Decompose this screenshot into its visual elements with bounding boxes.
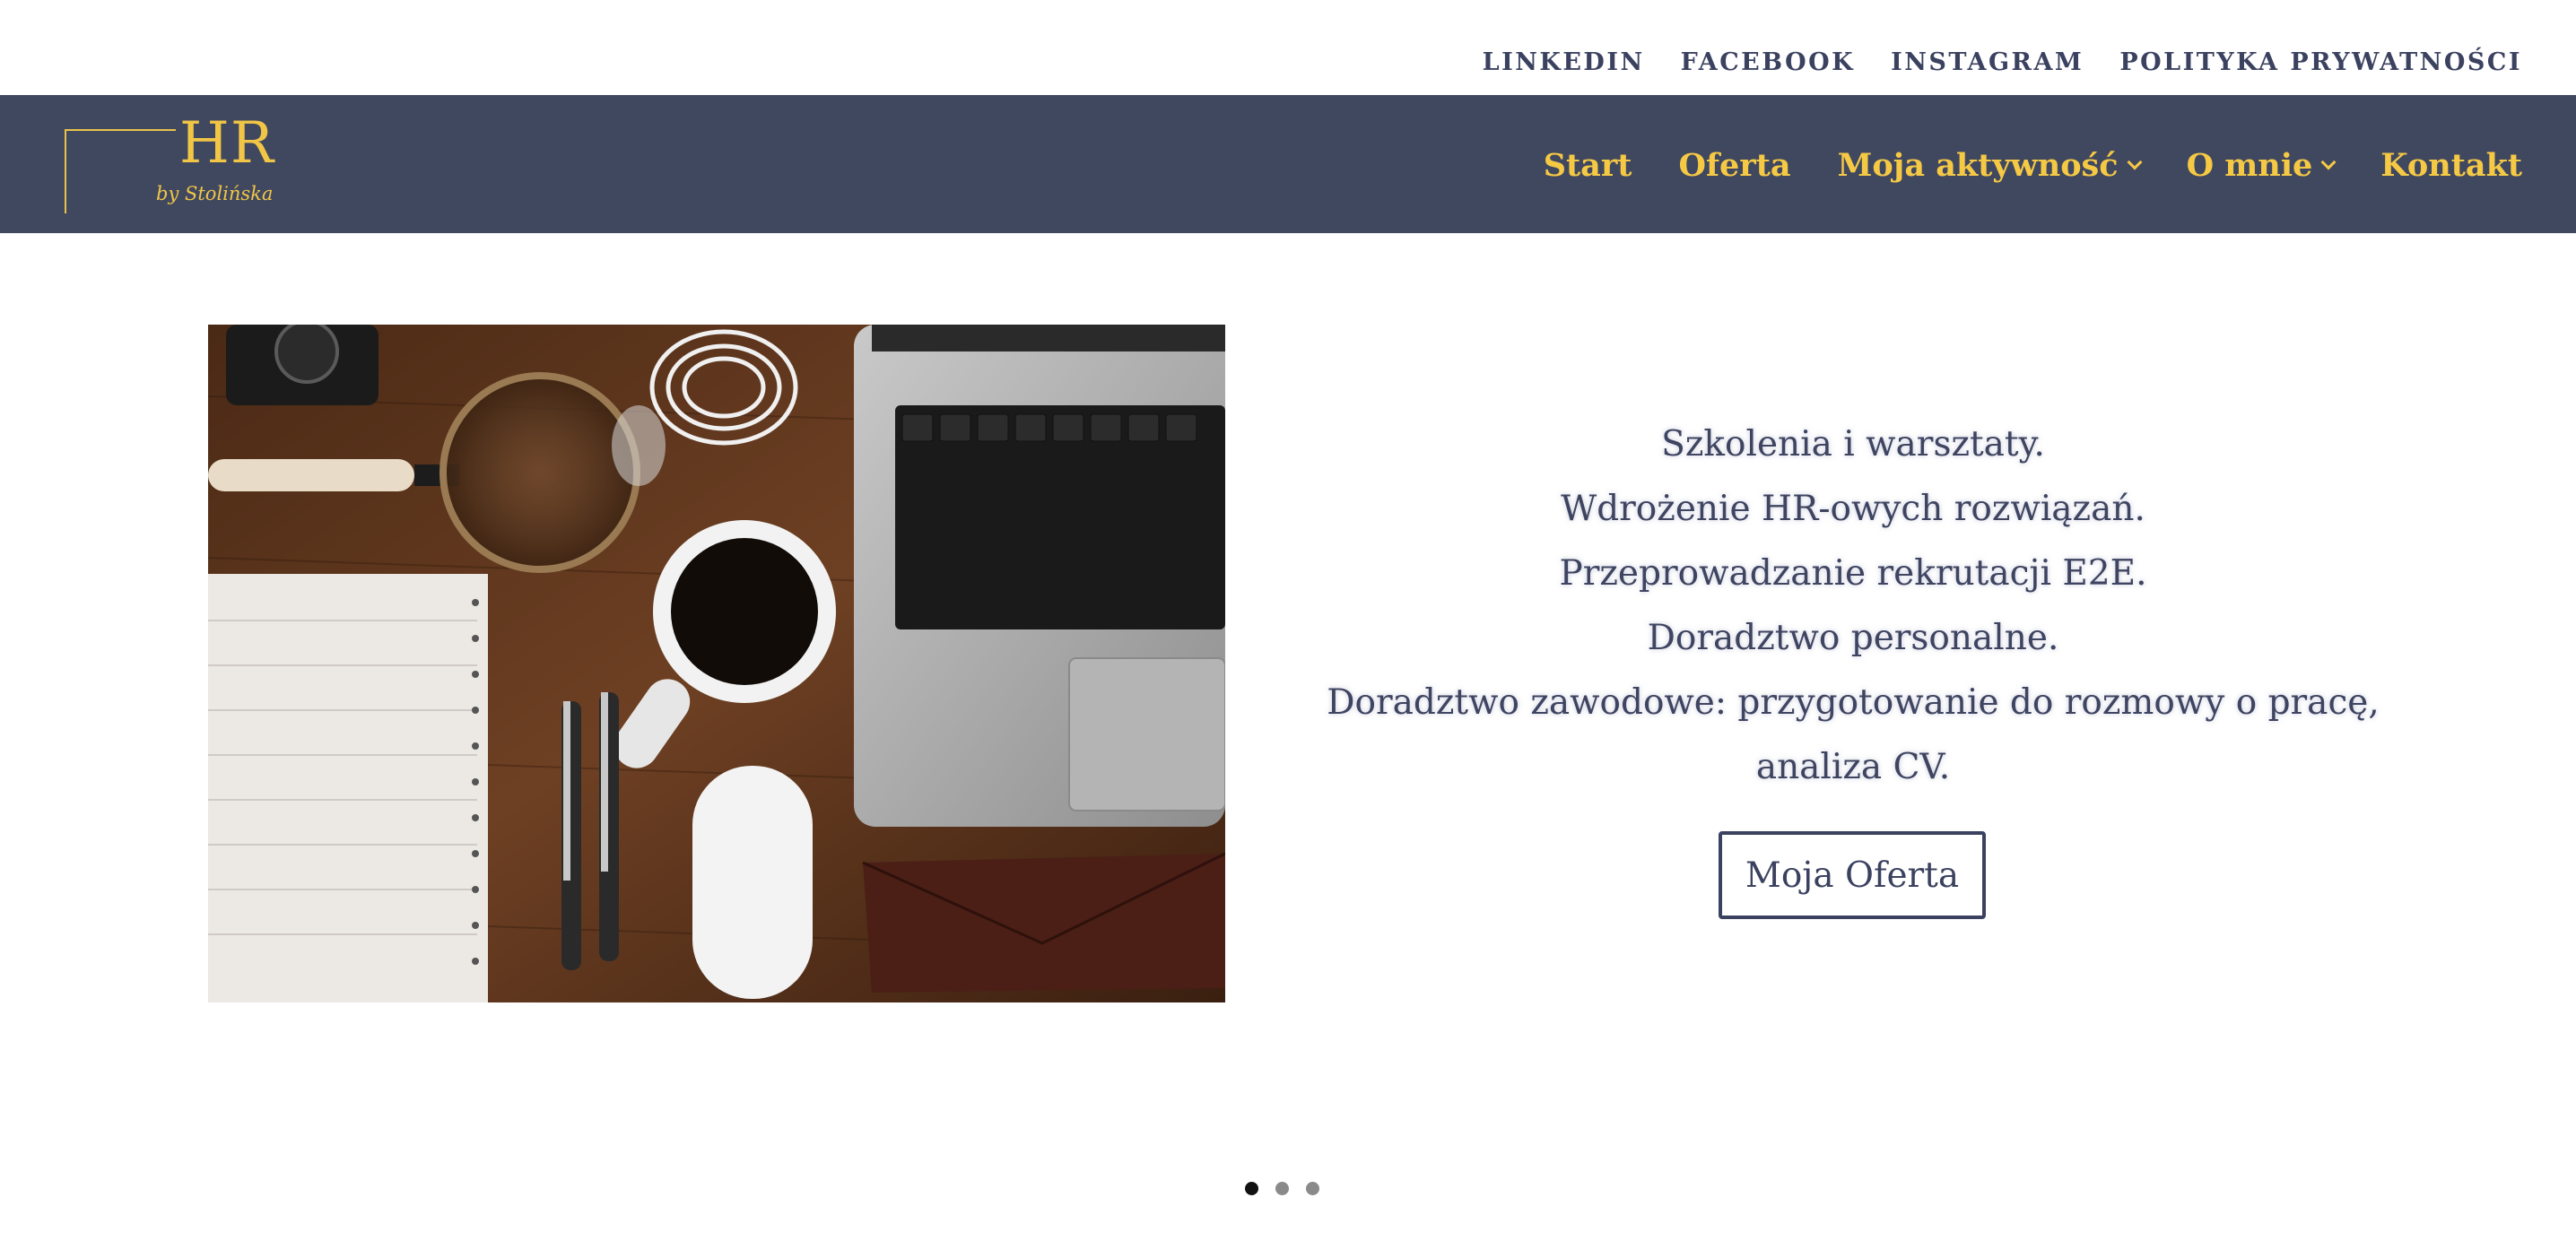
social-links: LINKEDIN FACEBOOK INSTAGRAM POLITYKA PRY… — [1483, 48, 2522, 76]
slider-dot[interactable] — [1245, 1182, 1258, 1195]
service-line: Szkolenia i warsztaty. — [1661, 424, 2045, 464]
linkedin-link[interactable]: LINKEDIN — [1483, 48, 1645, 76]
chevron-down-icon — [2127, 154, 2143, 169]
logo-bracket-left — [65, 129, 66, 213]
main-navigation-bar: HR by Stolińska Start Oferta Moja aktywn… — [0, 95, 2576, 233]
nav-item-kontakt[interactable]: Kontakt — [2380, 147, 2522, 184]
logo-subtitle: by Stolińska — [156, 183, 274, 204]
nav-item-label: Kontakt — [2380, 147, 2522, 184]
facebook-link[interactable]: FACEBOOK — [1681, 48, 1855, 76]
hero-desk-photo — [208, 325, 1225, 1002]
slider-dot[interactable] — [1275, 1182, 1289, 1195]
nav-item-label: Moja aktywność — [1837, 147, 2119, 184]
slider-dot[interactable] — [1306, 1182, 1319, 1195]
nav-item-label: Start — [1543, 147, 1632, 184]
service-line: Doradztwo personalne. — [1647, 618, 2059, 658]
privacy-policy-link[interactable]: POLITYKA PRYWATNOŚCI — [2119, 48, 2522, 76]
service-line: Doradztwo zawodowe: przygotowanie do roz… — [1327, 682, 2380, 723]
main-menu: Start Oferta Moja aktywność O mnie Konta… — [1544, 147, 2522, 184]
nav-item-moja-aktywnosc[interactable]: Moja aktywność — [1837, 147, 2143, 184]
moja-oferta-label: Moja Oferta — [1745, 855, 1960, 896]
nav-item-oferta[interactable]: Oferta — [1678, 147, 1790, 184]
nav-item-label: Oferta — [1678, 147, 1791, 184]
chevron-down-icon — [2320, 154, 2337, 169]
logo-bracket-top — [65, 129, 176, 131]
service-line: analiza CV. — [1755, 747, 1951, 787]
nav-item-label: O mnie — [2186, 147, 2313, 184]
hero-text: Szkolenia i warsztaty. Wdrożenie HR-owyc… — [1315, 412, 2391, 800]
slider-pagination — [1245, 1182, 1319, 1195]
top-bar: LINKEDIN FACEBOOK INSTAGRAM POLITYKA PRY… — [0, 0, 2576, 95]
service-line: Wdrożenie HR-owych rozwiązań. — [1561, 489, 2145, 529]
nav-item-start[interactable]: Start — [1544, 147, 1632, 184]
service-line: Przeprowadzanie rekrutacji E2E. — [1559, 553, 2147, 594]
nav-item-o-mnie[interactable]: O mnie — [2186, 147, 2337, 184]
logo-title: HR — [179, 110, 274, 177]
site-logo[interactable]: HR by Stolińska — [65, 115, 274, 213]
instagram-link[interactable]: INSTAGRAM — [1891, 48, 2084, 76]
moja-oferta-button[interactable]: Moja Oferta — [1719, 831, 1986, 919]
